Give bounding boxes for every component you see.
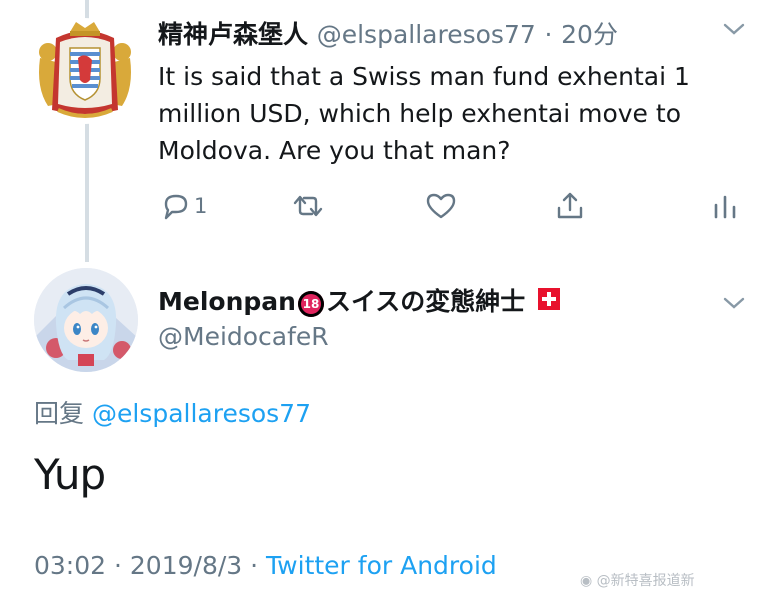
replying-to-line: 回复 @elspallaresos77 (34, 394, 311, 430)
share-action[interactable] (554, 188, 586, 224)
reply-action[interactable]: 1 (160, 188, 207, 224)
reply-to-mention-link[interactable]: @elspallaresos77 (92, 399, 311, 428)
parent-time-separator: · (544, 20, 553, 49)
main-display-name: Melonpan (158, 287, 296, 316)
retweet-action[interactable] (290, 188, 326, 224)
like-action[interactable] (424, 188, 458, 224)
age-18-badge-icon: 18 (297, 291, 324, 317)
meta-separator: · (250, 551, 259, 580)
main-display-name-suffix: スイスの変態紳士 (325, 287, 526, 316)
parent-more-chevron-icon[interactable] (722, 18, 746, 43)
parent-action-bar: 1 (158, 188, 738, 224)
swiss-flag-icon (537, 288, 560, 310)
parent-tweet-text: It is said that a Swiss man fund exhenta… (158, 62, 690, 165)
reply-count: 1 (194, 194, 208, 218)
retweet-icon (293, 195, 323, 217)
reply-icon (164, 194, 188, 220)
meta-separator: · (114, 551, 122, 580)
parent-display-name[interactable]: 精神卢森堡人 (158, 20, 308, 49)
tweet-meta: 03:02 · 2019/8/3 · Twitter for Android (34, 551, 497, 580)
watermark-text: @新特喜报道新 (596, 573, 695, 589)
tweet-time: 03:02 (34, 551, 107, 580)
analytics-action[interactable] (712, 188, 738, 224)
tweet-date: 2019/8/3 (129, 551, 243, 580)
avatar-anime-girl[interactable] (34, 268, 138, 372)
heart-icon (426, 193, 456, 219)
share-icon (557, 192, 583, 219)
client-link[interactable]: Twitter for Android (266, 551, 497, 580)
avatar-coat-of-arms[interactable] (32, 18, 138, 124)
parent-author-row: 精神卢森堡人 @elspallaresos77 · 20分 (158, 15, 618, 51)
parent-handle[interactable]: @elspallaresos77 (317, 20, 536, 49)
main-tweet-text: Yup (34, 450, 106, 499)
weibo-watermark: ◉ @新特喜报道新 (580, 570, 695, 590)
reply-label: 回复 (34, 399, 85, 428)
main-author-name-row[interactable]: Melonpan 18 スイスの変態紳士 (158, 282, 560, 318)
main-more-chevron-icon[interactable] (722, 292, 746, 317)
main-handle[interactable]: @MeidocafeR (158, 322, 329, 351)
parent-time[interactable]: 20分 (561, 20, 618, 49)
analytics-icon (714, 195, 736, 219)
weibo-eye-icon: ◉ (580, 573, 593, 589)
